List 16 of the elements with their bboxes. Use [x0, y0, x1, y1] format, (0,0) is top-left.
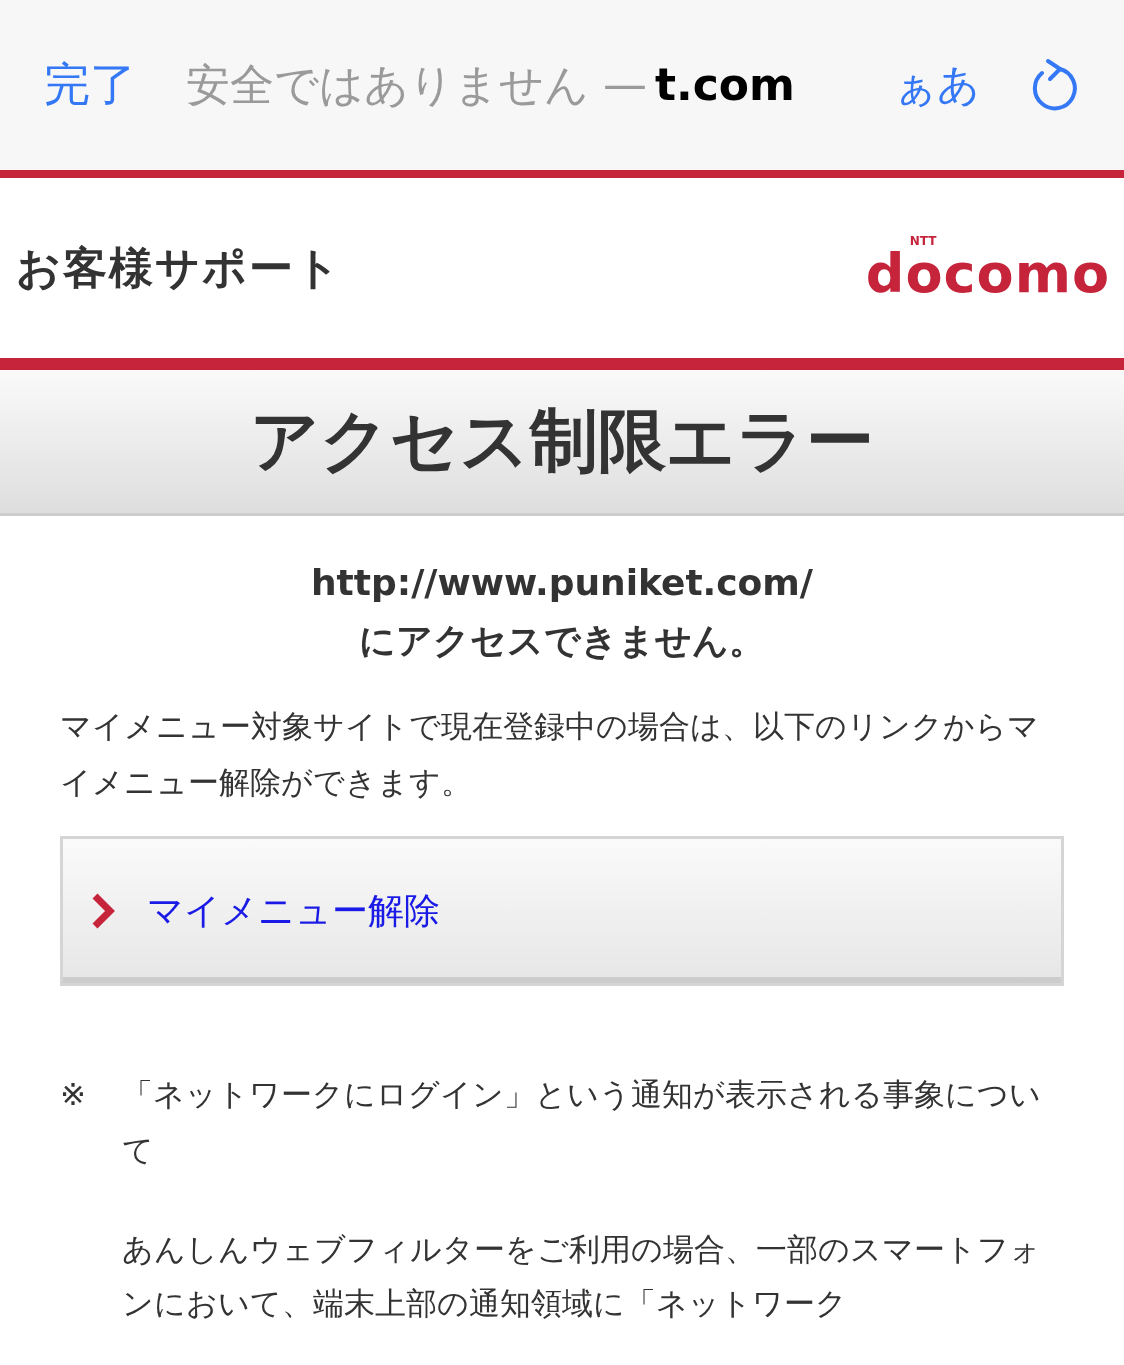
- brand-logo: NTT docomo: [865, 235, 1110, 301]
- intro-text: マイメニュー対象サイトで現在登録中の場合は、以下のリンクからマイメニュー解除ができます。: [60, 707, 1040, 802]
- done-button[interactable]: 完了: [44, 54, 136, 116]
- note-mark: ※: [60, 1075, 87, 1114]
- notice-title: 「ネットワークにログイン」という通知が表示される事象について: [122, 1075, 1042, 1170]
- chevron-icon: [91, 892, 115, 930]
- header-title: お客様サポート: [16, 240, 342, 295]
- notice-body: あんしんウェブフィルターをご利用の場合、一部のスマートフォンにおいて、端末上部の通知領域に「ネットワーク: [122, 1230, 1042, 1323]
- address-domain[interactable]: t.com: [655, 58, 795, 110]
- text-size-button[interactable]: ぁあ: [894, 57, 980, 113]
- page-title: アクセス制限エラー: [250, 400, 874, 482]
- error-url: http://www.puniket.com/: [311, 562, 813, 603]
- reload-icon[interactable]: [1030, 57, 1078, 113]
- unregister-link[interactable]: マイメニュー解除: [60, 836, 1064, 986]
- security-notice: 安全ではありません —: [186, 57, 647, 112]
- error-message: にアクセスできません。: [359, 619, 765, 663]
